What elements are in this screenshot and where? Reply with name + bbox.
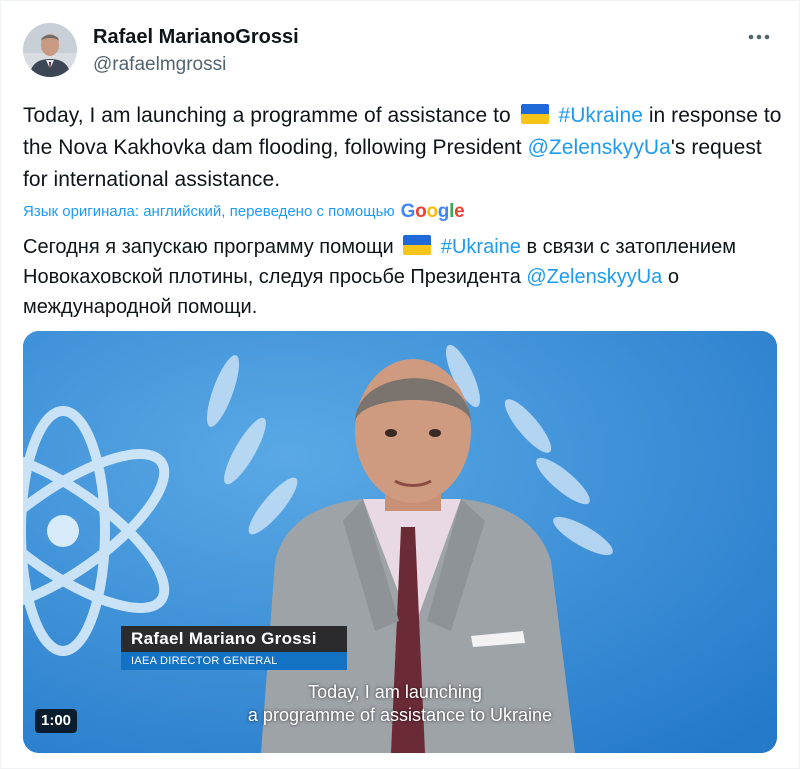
video-duration-badge: 1:00 — [35, 709, 78, 733]
author-display-name[interactable]: Rafael MarianoGrossi — [93, 25, 299, 49]
mention-zelenskyyua-link[interactable]: @ZelenskyyUa — [526, 266, 662, 288]
translation-label[interactable]: Язык оригинала: английский, переведено с… — [23, 202, 395, 222]
author-handle[interactable]: @rafaelmgrossi — [93, 53, 299, 77]
lower-third: Rafael Mariano Grossi IAEA DIRECTOR GENE… — [121, 626, 347, 670]
video-subtitle: Today, I am launching a programme of ass… — [23, 681, 777, 727]
tweet-text-part: Today, I am launching a programme of ass… — [23, 104, 517, 127]
video-player[interactable]: Rafael Mariano Grossi IAEA DIRECTOR GENE… — [23, 331, 777, 753]
lower-third-name: Rafael Mariano Grossi — [121, 626, 347, 652]
lower-third-title: IAEA DIRECTOR GENERAL — [121, 652, 347, 670]
translated-text-part: Сегодня я запускаю программу помощи — [23, 236, 400, 258]
avatar[interactable] — [23, 23, 77, 77]
more-horizontal-icon[interactable] — [743, 27, 775, 47]
tweet-card[interactable]: Rafael MarianoGrossi @rafaelmgrossi Toda… — [0, 0, 800, 769]
ukraine-flag-icon — [403, 235, 432, 255]
author-block: Rafael MarianoGrossi @rafaelmgrossi — [93, 25, 299, 77]
hashtag-ukraine-link[interactable]: #Ukraine — [441, 236, 521, 258]
google-logo: Google — [400, 201, 465, 222]
translation-attribution[interactable]: Язык оригинала: английский, переведено с… — [23, 201, 465, 222]
hashtag-ukraine-link[interactable]: #Ukraine — [558, 104, 642, 127]
translated-text: Сегодня я запускаю программу помощи #Ukr… — [23, 232, 783, 322]
subtitle-line: a programme of assistance to Ukraine — [247, 705, 553, 725]
subtitle-line: Today, I am launching — [308, 682, 482, 702]
mention-zelenskyyua-link[interactable]: @ZelenskyyUa — [528, 136, 671, 159]
tweet-text: Today, I am launching a programme of ass… — [23, 100, 783, 196]
ukraine-flag-icon — [520, 104, 549, 124]
